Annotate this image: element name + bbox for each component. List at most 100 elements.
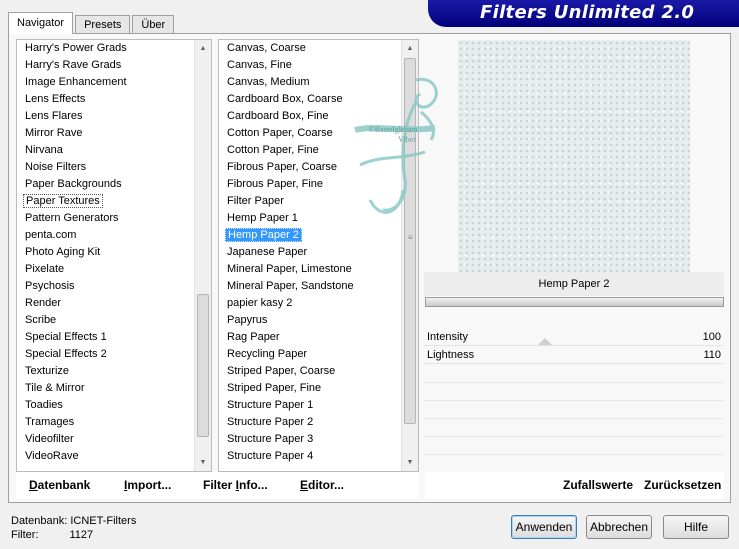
category-list-item[interactable]: Toadies (17, 397, 194, 414)
category-item-label: Render (25, 297, 62, 309)
filter-item-label: Cardboard Box, Fine (227, 110, 329, 122)
filter-list-item[interactable]: Structure Paper 2 (219, 414, 401, 431)
scroll-down-icon[interactable]: ▼ (402, 454, 418, 471)
category-list-item[interactable]: VideoRave (17, 448, 194, 465)
category-list-item[interactable]: Texturize (17, 363, 194, 380)
category-item-label: Videofilter (25, 433, 74, 445)
scroll-thumb[interactable] (197, 294, 209, 437)
param-row-intensity[interactable]: Intensity 100 (424, 328, 724, 346)
category-list-item[interactable]: Lens Flares (17, 108, 194, 125)
category-list-item[interactable]: Image Enhancement (17, 74, 194, 91)
tab-bar: Navigator Presets Über (8, 12, 176, 34)
category-list-item[interactable]: Tile & Mirror (17, 380, 194, 397)
filter-item-label: Cotton Paper, Coarse (227, 127, 333, 139)
random-values-button[interactable]: Zufallswerte (563, 478, 633, 492)
category-list-item[interactable]: Special Effects 2 (17, 346, 194, 363)
filter-item-label: Structure Paper 3 (227, 433, 314, 445)
scroll-down-icon[interactable]: ▼ (195, 454, 211, 471)
category-item-label: Noise Filters (25, 161, 87, 173)
filter-item-label: Cardboard Box, Coarse (227, 93, 343, 105)
category-list-item[interactable]: Videofilter (17, 431, 194, 448)
category-item-label: Pixelate (25, 263, 65, 275)
category-list-item[interactable]: Pixelate (17, 261, 194, 278)
filter-list-item[interactable]: Recycling Paper (219, 346, 401, 363)
datenbank-button[interactable]: Datenbank (29, 478, 90, 492)
import-button[interactable]: Import... (124, 478, 171, 492)
category-items: Harry's Power Grads Harry's Rave Grads Ima… (17, 40, 194, 471)
category-list-item[interactable]: Mirror Rave (17, 125, 194, 142)
category-list-item[interactable]: Harry's Rave Grads (17, 57, 194, 74)
app-title: Filters Unlimited 2.0 (480, 2, 695, 23)
category-list-item[interactable]: Tramages (17, 414, 194, 431)
tab-presets[interactable]: Presets (75, 15, 131, 34)
param-name: Intensity (427, 331, 468, 343)
reset-button[interactable]: Zurücksetzen (644, 478, 721, 492)
category-item-label: Paper Backgrounds (25, 178, 122, 190)
filter-preview-image (458, 40, 690, 272)
category-list-item[interactable]: Scribe (17, 312, 194, 329)
filter-list-item[interactable]: Japanese Paper (219, 244, 401, 261)
slider-marker-icon (538, 338, 552, 345)
category-list-item[interactable]: Paper Backgrounds (17, 176, 194, 193)
editor-button[interactable]: Editor... (300, 478, 344, 492)
category-item-label: Nirvana (25, 144, 63, 156)
tab-navigator[interactable]: Navigator (8, 12, 74, 34)
divider (424, 436, 724, 437)
category-item-label: Harry's Rave Grads (25, 59, 122, 71)
category-list-item[interactable]: Paper Textures (17, 193, 194, 210)
filter-item-label: Recycling Paper (227, 348, 308, 360)
category-item-label: Image Enhancement (25, 76, 127, 88)
filter-info-button[interactable]: Filter Info... (203, 478, 268, 492)
apply-button[interactable]: Anwenden (511, 515, 577, 539)
filter-list-item[interactable]: Papyrus (219, 312, 401, 329)
category-list-item[interactable]: Nirvana (17, 142, 194, 159)
scroll-up-icon[interactable]: ▲ (402, 40, 418, 57)
filter-item-label: Hemp Paper 2 (225, 228, 302, 242)
filter-list-item[interactable]: Structure Paper 1 (219, 397, 401, 414)
category-item-label: Scribe (25, 314, 57, 326)
category-list[interactable]: Harry's Power Grads Harry's Rave Grads Ima… (16, 39, 212, 472)
divider (424, 382, 724, 383)
category-item-label: Toadies (25, 399, 63, 411)
category-list-item[interactable]: Noise Filters (17, 159, 194, 176)
status-database: Datenbank: ICNET-Filters (11, 515, 137, 527)
filter-list-item[interactable]: papier kasy 2 (219, 295, 401, 312)
cancel-button[interactable]: Abbrechen (586, 515, 652, 539)
category-item-label: Tramages (25, 416, 75, 428)
category-list-item[interactable]: Lens Effects (17, 91, 194, 108)
filter-list-item[interactable]: Mineral Paper, Sandstone (219, 278, 401, 295)
filter-list-item[interactable]: Rag Paper (219, 329, 401, 346)
filter-list-item[interactable]: Mineral Paper, Limestone (219, 261, 401, 278)
category-item-label: Harry's Power Grads (25, 42, 127, 54)
category-item-label: penta.com (25, 229, 77, 241)
help-button[interactable]: Hilfe (663, 515, 729, 539)
category-item-label: Texturize (25, 365, 70, 377)
filter-item-label: Hemp Paper 1 (227, 212, 298, 224)
category-list-item[interactable]: Harry's Power Grads (17, 40, 194, 57)
watermark-text: Viber (398, 135, 416, 144)
filter-list-item[interactable]: Structure Paper 4 (219, 448, 401, 465)
filter-item-label: Rag Paper (227, 331, 280, 343)
category-item-label: Lens Effects (25, 93, 86, 105)
filter-list-item[interactable]: Structure Paper 3 (219, 431, 401, 448)
category-list-item[interactable]: penta.com (17, 227, 194, 244)
category-list-item[interactable]: Special Effects 1 (17, 329, 194, 346)
filter-list-item[interactable]: Canvas, Coarse (219, 40, 401, 57)
filter-item-label: Structure Paper 2 (227, 416, 314, 428)
category-scrollbar[interactable]: ▲ ▼ (194, 40, 211, 471)
scroll-up-icon[interactable]: ▲ (195, 40, 211, 57)
filter-list-item[interactable]: Hemp Paper 2 (219, 227, 401, 244)
category-item-label: Special Effects 1 (25, 331, 107, 343)
category-list-item[interactable]: Pattern Generators (17, 210, 194, 227)
category-item-label: Lens Flares (25, 110, 83, 122)
watermark-text: ©Bastelgleisen (369, 125, 418, 134)
category-list-item[interactable]: Render (17, 295, 194, 312)
category-list-item[interactable]: Psychosis (17, 278, 194, 295)
tab-ueber[interactable]: Über (132, 15, 175, 34)
filter-list-item[interactable]: Striped Paper, Coarse (219, 363, 401, 380)
param-row-lightness[interactable]: Lightness 110 (424, 346, 724, 364)
filter-list-item[interactable]: Striped Paper, Fine (219, 380, 401, 397)
category-item-label: Mirror Rave (25, 127, 83, 139)
category-list-item[interactable]: Photo Aging Kit (17, 244, 194, 261)
divider (424, 418, 724, 419)
